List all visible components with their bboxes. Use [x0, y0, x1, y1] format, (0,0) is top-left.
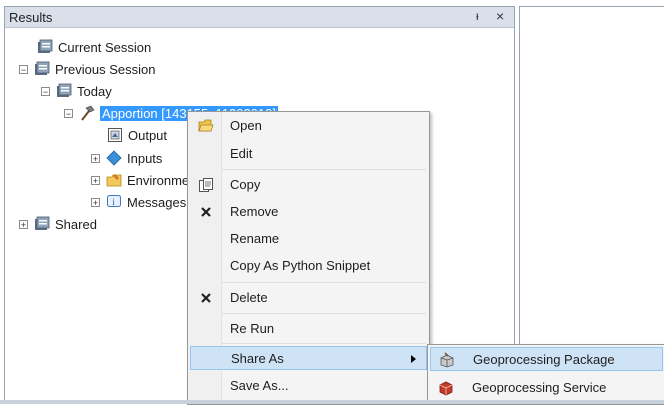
menu-label: Copy As Python Snippet [230, 258, 371, 273]
menu-label: Open [230, 118, 262, 133]
menu-item-save-as[interactable]: Save As... [190, 374, 427, 398]
tree-label: Previous Session [55, 61, 156, 77]
tree-item-previous-session[interactable]: − Previous Session [19, 59, 155, 79]
tree-item-inputs[interactable]: + Inputs [91, 148, 162, 168]
submenu-arrow-icon [411, 355, 416, 363]
session-icon [35, 216, 50, 230]
pin-icon[interactable]: ᵻ [476, 9, 479, 23]
menu-separator [222, 169, 426, 170]
menu-item-edit[interactable]: Edit [190, 142, 427, 166]
diamond-icon [106, 150, 122, 166]
session-icon [57, 83, 72, 97]
output-icon [108, 128, 122, 142]
x-icon [201, 207, 211, 217]
menu-item-geoprocessing-package[interactable]: Geoprocessing Package [430, 347, 663, 371]
menu-label: Save As... [230, 378, 289, 393]
tree-label: Shared [55, 216, 97, 232]
menu-item-open[interactable]: Open [190, 114, 427, 138]
expand-icon[interactable]: + [91, 175, 100, 185]
bottom-strip [0, 400, 664, 404]
menu-item-share-as[interactable]: Share As [190, 346, 427, 370]
menu-label: Copy [230, 177, 261, 192]
menu-separator [222, 343, 426, 344]
menu-item-copy[interactable]: Copy [190, 173, 427, 197]
session-icon [35, 61, 50, 75]
menu-item-copy-python-snippet[interactable]: Copy As Python Snippet [190, 254, 427, 278]
tree-label: Current Session [58, 39, 152, 55]
folder-open-icon [198, 119, 214, 132]
menu-label: Remove [230, 204, 279, 219]
info-icon: i [107, 195, 121, 207]
session-icon [38, 39, 53, 53]
environment-folder-icon [106, 174, 122, 187]
menu-label: Re Run [230, 321, 275, 336]
menu-label: Delete [230, 290, 268, 305]
tree-item-messages[interactable]: + i Messages [91, 192, 186, 212]
expand-icon[interactable]: + [19, 219, 28, 229]
copy-icon [199, 178, 213, 192]
menu-separator [222, 313, 426, 314]
panel-header: Results ᵻ × [5, 7, 514, 28]
tree-label: Output [128, 127, 168, 143]
tree-item-current-session[interactable]: Current Session [37, 37, 151, 57]
expand-icon[interactable]: + [91, 153, 100, 163]
package-icon [440, 352, 454, 368]
tree-item-output[interactable]: Output [107, 125, 167, 145]
service-icon [439, 381, 453, 396]
share-as-submenu: Geoprocessing Package Geoprocessing Serv… [427, 344, 664, 405]
close-icon[interactable]: × [496, 8, 504, 24]
menu-item-remove[interactable]: Remove [190, 200, 427, 224]
menu-label: Rename [230, 231, 280, 246]
menu-separator [222, 282, 426, 283]
collapse-icon[interactable]: − [64, 108, 73, 118]
hammer-icon [81, 105, 95, 121]
menu-item-geoprocessing-service[interactable]: Geoprocessing Service [430, 376, 663, 400]
tree-item-shared[interactable]: + Shared [19, 214, 97, 234]
menu-item-rename[interactable]: Rename [190, 227, 427, 251]
menu-label: Geoprocessing Service [472, 380, 607, 395]
x-icon [201, 293, 211, 303]
expand-icon[interactable]: + [91, 197, 100, 207]
menu-label: Geoprocessing Package [473, 352, 615, 367]
context-menu: Open Edit Copy Remove Rename Copy As Pyt… [187, 111, 430, 405]
collapse-icon[interactable]: − [41, 86, 50, 96]
collapse-icon[interactable]: − [19, 64, 28, 74]
menu-label: Share As [231, 351, 284, 366]
tree-item-today[interactable]: − Today [41, 81, 112, 101]
menu-item-delete[interactable]: Delete [190, 286, 427, 310]
menu-label: Edit [230, 146, 253, 161]
tree-label: Messages [127, 194, 187, 210]
tree-label: Today [77, 83, 112, 99]
tree-label: Inputs [127, 150, 163, 166]
panel-title: Results [9, 10, 53, 25]
menu-item-rerun[interactable]: Re Run [190, 317, 427, 341]
